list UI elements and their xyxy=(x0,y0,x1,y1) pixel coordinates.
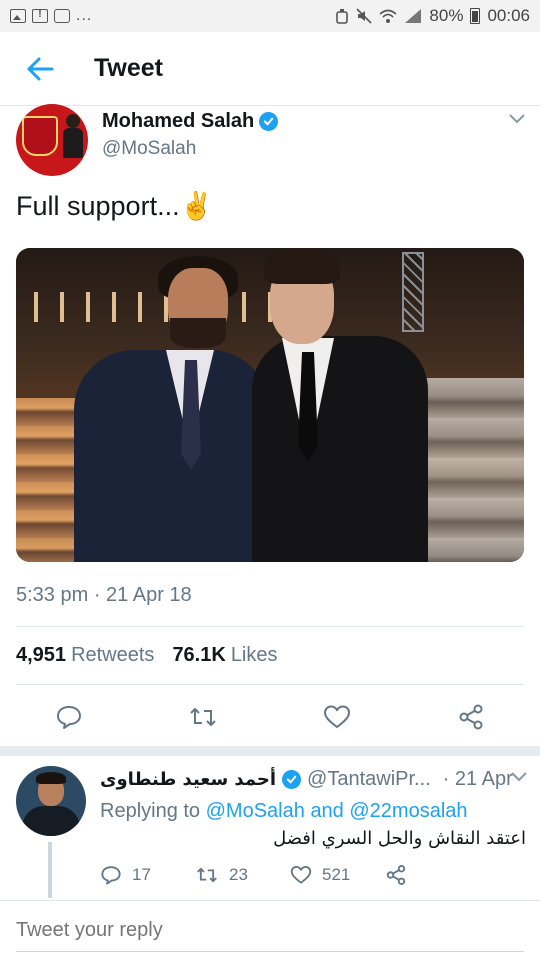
retweet-icon xyxy=(190,707,216,727)
reply-author-handle[interactable]: @TantawiPr... xyxy=(307,768,431,791)
reply-like-button[interactable]: 521 xyxy=(290,865,385,885)
like-count: 521 xyxy=(322,865,351,884)
message-notification-icon xyxy=(54,9,70,23)
retweets-stat[interactable]: 4,951 Retweets xyxy=(16,644,154,667)
reply-actions: 17 23 521 xyxy=(100,864,480,886)
replying-prefix: Replying to xyxy=(100,800,201,822)
heart-icon xyxy=(324,705,350,728)
back-button[interactable] xyxy=(0,32,80,106)
likes-stat[interactable]: 76.1K Likes xyxy=(172,644,277,667)
share-button[interactable] xyxy=(456,702,486,732)
reply-share-button[interactable] xyxy=(385,864,480,886)
reply-input[interactable] xyxy=(16,919,516,942)
replying-to: Replying to @MoSalah and @22mosalah xyxy=(100,800,468,823)
tweet-photo[interactable] xyxy=(16,248,524,562)
reply-menu-button[interactable] xyxy=(510,770,528,788)
chevron-down-icon xyxy=(509,114,525,124)
retweet-button[interactable] xyxy=(188,702,218,732)
battery-percentage: 80% xyxy=(429,6,464,25)
page-title: Tweet xyxy=(94,54,163,82)
author-handle[interactable]: @MoSalah xyxy=(102,138,278,160)
replying-user-link[interactable]: @22mosalah xyxy=(349,800,467,822)
arrow-left-icon xyxy=(27,57,54,80)
tweet-menu-button[interactable] xyxy=(508,112,526,130)
reply-text: اعتقد النقاش والحل السري افضل xyxy=(273,828,526,849)
more-notifications-indicator: ... xyxy=(76,7,93,24)
section-divider xyxy=(0,746,540,756)
avatar[interactable] xyxy=(16,766,86,836)
retweet-count: 23 xyxy=(229,865,248,884)
heart-icon xyxy=(290,866,312,884)
reply-button[interactable] xyxy=(54,702,84,732)
divider xyxy=(16,684,524,685)
wifi-icon xyxy=(379,9,397,23)
gallery-notification-icon xyxy=(10,9,26,23)
reply-time: · 21 Apr xyxy=(442,768,513,790)
reply-retweet-button[interactable]: 23 xyxy=(195,865,290,885)
share-icon xyxy=(386,865,406,885)
retweets-count: 4,951 xyxy=(16,644,67,666)
input-underline xyxy=(16,951,524,952)
tweet-author: Mohamed Salah @MoSalah xyxy=(16,104,528,176)
chevron-down-icon xyxy=(511,772,527,782)
reply-reply-button[interactable]: 17 xyxy=(100,864,195,886)
reply-composer xyxy=(0,900,540,960)
app-header: Tweet xyxy=(0,32,540,106)
like-button[interactable] xyxy=(322,702,352,732)
reply-author-name[interactable]: أحمد سعيد طنطاوى xyxy=(100,769,276,790)
likes-label: Likes xyxy=(230,644,278,666)
tweet-stats: 4,951 Retweets 76.1K Likes xyxy=(16,644,278,667)
tweet-text: Full support...✌️ xyxy=(16,191,214,221)
replying-and: and xyxy=(310,800,344,822)
alarm-icon xyxy=(336,9,349,24)
thread-line xyxy=(48,842,52,898)
reply-icon xyxy=(101,866,121,885)
mute-icon xyxy=(356,8,372,24)
author-name[interactable]: Mohamed Salah xyxy=(102,110,254,133)
tweet-actions xyxy=(16,696,524,738)
divider xyxy=(16,626,524,627)
retweet-icon xyxy=(197,867,217,883)
battery-icon xyxy=(470,8,481,24)
tweet-timestamp: 5:33 pm · 21 Apr 18 xyxy=(16,584,192,606)
reply-icon xyxy=(57,706,81,729)
share-icon xyxy=(459,704,483,730)
signal-icon xyxy=(405,9,422,23)
liverpool-crest-icon xyxy=(22,116,58,156)
reply-tweet[interactable]: أحمد سعيد طنطاوى @TantawiPr... · 21 Apr … xyxy=(0,756,540,898)
avatar[interactable] xyxy=(16,104,88,176)
status-bar: ... 80% 00:06 xyxy=(0,0,540,32)
retweets-label: Retweets xyxy=(71,644,155,666)
reply-count: 17 xyxy=(132,865,151,884)
clock: 00:06 xyxy=(487,6,530,25)
verified-badge-icon xyxy=(259,112,279,131)
verified-badge-icon xyxy=(282,770,302,789)
likes-count: 76.1K xyxy=(172,644,226,666)
alert-notification-icon xyxy=(32,8,48,23)
replying-user-link[interactable]: @MoSalah xyxy=(206,800,305,822)
